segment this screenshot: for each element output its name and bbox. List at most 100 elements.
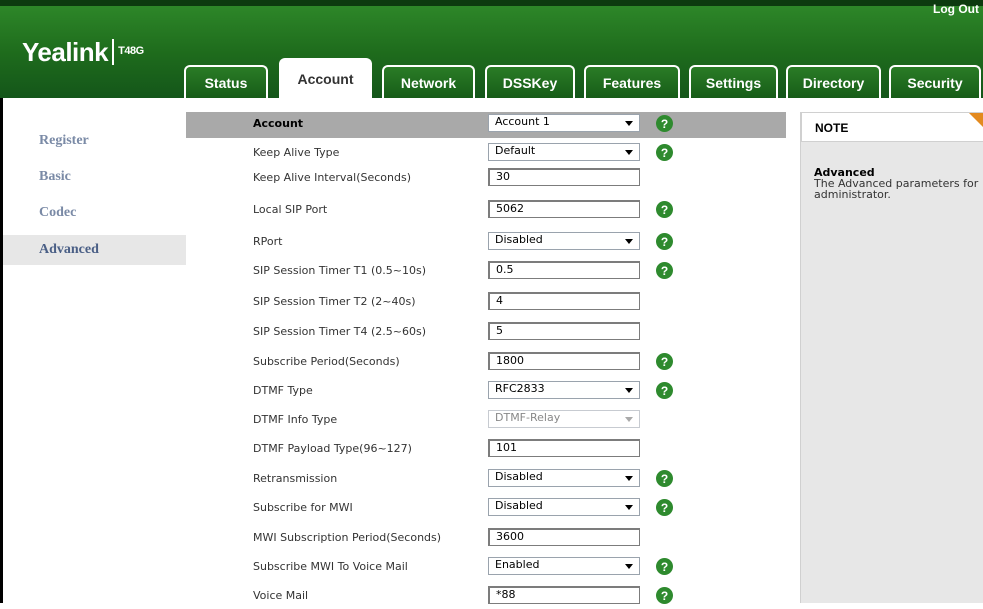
field-label: Keep Alive Type — [253, 146, 340, 159]
help-icon[interactable]: ? — [656, 353, 673, 370]
tab-security[interactable]: Security — [889, 65, 981, 98]
dtmf-info-type-select[interactable]: DTMF-Relay — [488, 410, 640, 428]
top-header: Log Out Yealink T48G Status Account Netwo… — [0, 0, 983, 98]
tab-network[interactable]: Network — [382, 65, 475, 98]
field-label: RPort — [253, 235, 283, 248]
retransmission-select[interactable]: Disabled — [488, 469, 640, 487]
chevron-down-icon — [625, 564, 633, 569]
note-corner-icon — [969, 113, 983, 127]
tab-dsskey[interactable]: DSSKey — [485, 65, 575, 98]
sidebar-item-advanced[interactable]: Advanced — [3, 235, 186, 265]
select-value: Disabled — [495, 470, 543, 483]
sidebar-item-register[interactable]: Register — [3, 126, 163, 156]
model-label: T48G — [118, 45, 144, 58]
chevron-down-icon — [625, 239, 633, 244]
form-row: DTMF Info Type DTMF-Relay — [186, 408, 786, 433]
help-icon[interactable]: ? — [656, 115, 673, 132]
voice-mail-input[interactable]: *88 — [488, 586, 640, 604]
form-row: Local SIP Port 5062 ? — [186, 198, 786, 223]
field-label: SIP Session Timer T1 (0.5~10s) — [253, 264, 426, 277]
subscribe-period-input[interactable]: 1800 — [488, 352, 640, 370]
help-icon[interactable]: ? — [656, 382, 673, 399]
select-value: Default — [495, 144, 536, 157]
header-top-line — [0, 0, 983, 6]
select-value: Disabled — [495, 499, 543, 512]
subscribe-mwi-select[interactable]: Disabled — [488, 498, 640, 516]
field-label: DTMF Info Type — [253, 413, 338, 426]
field-label: MWI Subscription Period(Seconds) — [253, 531, 442, 544]
session-timer-t1-input[interactable]: 0.5 — [488, 261, 640, 279]
form-row: SIP Session Timer T1 (0.5~10s) 0.5 ? — [186, 259, 786, 284]
tab-features[interactable]: Features — [584, 65, 680, 98]
help-icon[interactable]: ? — [656, 233, 673, 250]
rport-select[interactable]: Disabled — [488, 232, 640, 250]
account-select-value: Account 1 — [495, 115, 550, 128]
form-row: Keep Alive Interval(Seconds) 30 — [186, 166, 786, 191]
keep-alive-interval-input[interactable]: 30 — [488, 168, 640, 186]
session-timer-t4-input[interactable]: 5 — [488, 322, 640, 340]
account-select[interactable]: Account 1 — [488, 114, 640, 132]
dtmf-payload-type-input[interactable]: 101 — [488, 439, 640, 457]
content-area: Register Basic Codec Advanced Account Ac… — [3, 98, 983, 604]
form-row: DTMF Payload Type(96~127) 101 — [186, 437, 786, 462]
field-label: SIP Session Timer T4 (2.5~60s) — [253, 325, 426, 338]
help-icon[interactable]: ? — [656, 262, 673, 279]
note-title: NOTE — [815, 121, 849, 135]
select-value: DTMF-Relay — [495, 411, 561, 424]
chevron-down-icon — [625, 121, 633, 126]
dtmf-type-select[interactable]: RFC2833 — [488, 381, 640, 399]
form-row: Subscribe Period(Seconds) 1800 ? — [186, 350, 786, 375]
help-icon[interactable]: ? — [656, 470, 673, 487]
chevron-down-icon — [625, 505, 633, 510]
keep-alive-type-select[interactable]: Default — [488, 143, 640, 161]
field-label: Subscribe MWI To Voice Mail — [253, 560, 408, 573]
tab-status[interactable]: Status — [184, 65, 268, 98]
note-text: Advanced The Advanced parameters for adm… — [814, 167, 979, 200]
help-icon[interactable]: ? — [656, 201, 673, 218]
chevron-down-icon — [625, 150, 633, 155]
sidebar-item-codec[interactable]: Codec — [3, 198, 163, 228]
field-label: Voice Mail — [253, 589, 309, 602]
note-body: The Advanced parameters for administrato… — [814, 177, 979, 201]
help-icon[interactable]: ? — [656, 144, 673, 161]
select-value: RFC2833 — [495, 382, 545, 395]
chevron-down-icon — [625, 476, 633, 481]
form-row: SIP Session Timer T2 (2~40s) 4 — [186, 290, 786, 315]
sidebar-item-basic[interactable]: Basic — [3, 162, 163, 192]
tab-settings[interactable]: Settings — [689, 65, 778, 98]
subscribe-mwi-voicemail-select[interactable]: Enabled — [488, 557, 640, 575]
account-label: Account — [253, 117, 304, 130]
field-label: DTMF Type — [253, 384, 313, 397]
form-row: Subscribe for MWI Disabled ? — [186, 496, 786, 521]
form-row: Keep Alive Type Default ? — [186, 141, 786, 166]
field-label: Subscribe for MWI — [253, 501, 353, 514]
form-row: Subscribe MWI To Voice Mail Enabled ? — [186, 555, 786, 580]
field-label: Keep Alive Interval(Seconds) — [253, 171, 412, 184]
local-sip-port-input[interactable]: 5062 — [488, 200, 640, 218]
form-row: Voice Mail *88 ? — [186, 584, 786, 609]
chevron-down-icon — [625, 417, 633, 422]
logout-link[interactable]: Log Out — [933, 2, 979, 16]
note-header: NOTE — [801, 112, 983, 142]
form-row: SIP Session Timer T4 (2.5~60s) 5 — [186, 320, 786, 345]
settings-form: Account Account 1 ? Keep Alive Type Defa… — [186, 112, 786, 604]
tab-account[interactable]: Account — [279, 58, 372, 98]
tab-directory[interactable]: Directory — [786, 65, 881, 98]
yealink-logo: Yealink T48G — [22, 37, 144, 68]
form-row: RPort Disabled ? — [186, 230, 786, 255]
note-panel: NOTE Advanced The Advanced parameters fo… — [800, 112, 983, 603]
mwi-subscription-period-input[interactable]: 3600 — [488, 528, 640, 546]
field-label: DTMF Payload Type(96~127) — [253, 442, 412, 455]
session-timer-t2-input[interactable]: 4 — [488, 292, 640, 310]
form-row: DTMF Type RFC2833 ? — [186, 379, 786, 404]
field-label: Local SIP Port — [253, 203, 328, 216]
form-row: Retransmission Disabled ? — [186, 467, 786, 492]
select-value: Disabled — [495, 233, 543, 246]
help-icon[interactable]: ? — [656, 558, 673, 575]
help-icon[interactable]: ? — [656, 499, 673, 516]
select-value: Enabled — [495, 558, 540, 571]
help-icon[interactable]: ? — [656, 587, 673, 604]
field-label: SIP Session Timer T2 (2~40s) — [253, 295, 416, 308]
account-header-row: Account Account 1 ? — [186, 112, 786, 138]
field-label: Subscribe Period(Seconds) — [253, 355, 400, 368]
